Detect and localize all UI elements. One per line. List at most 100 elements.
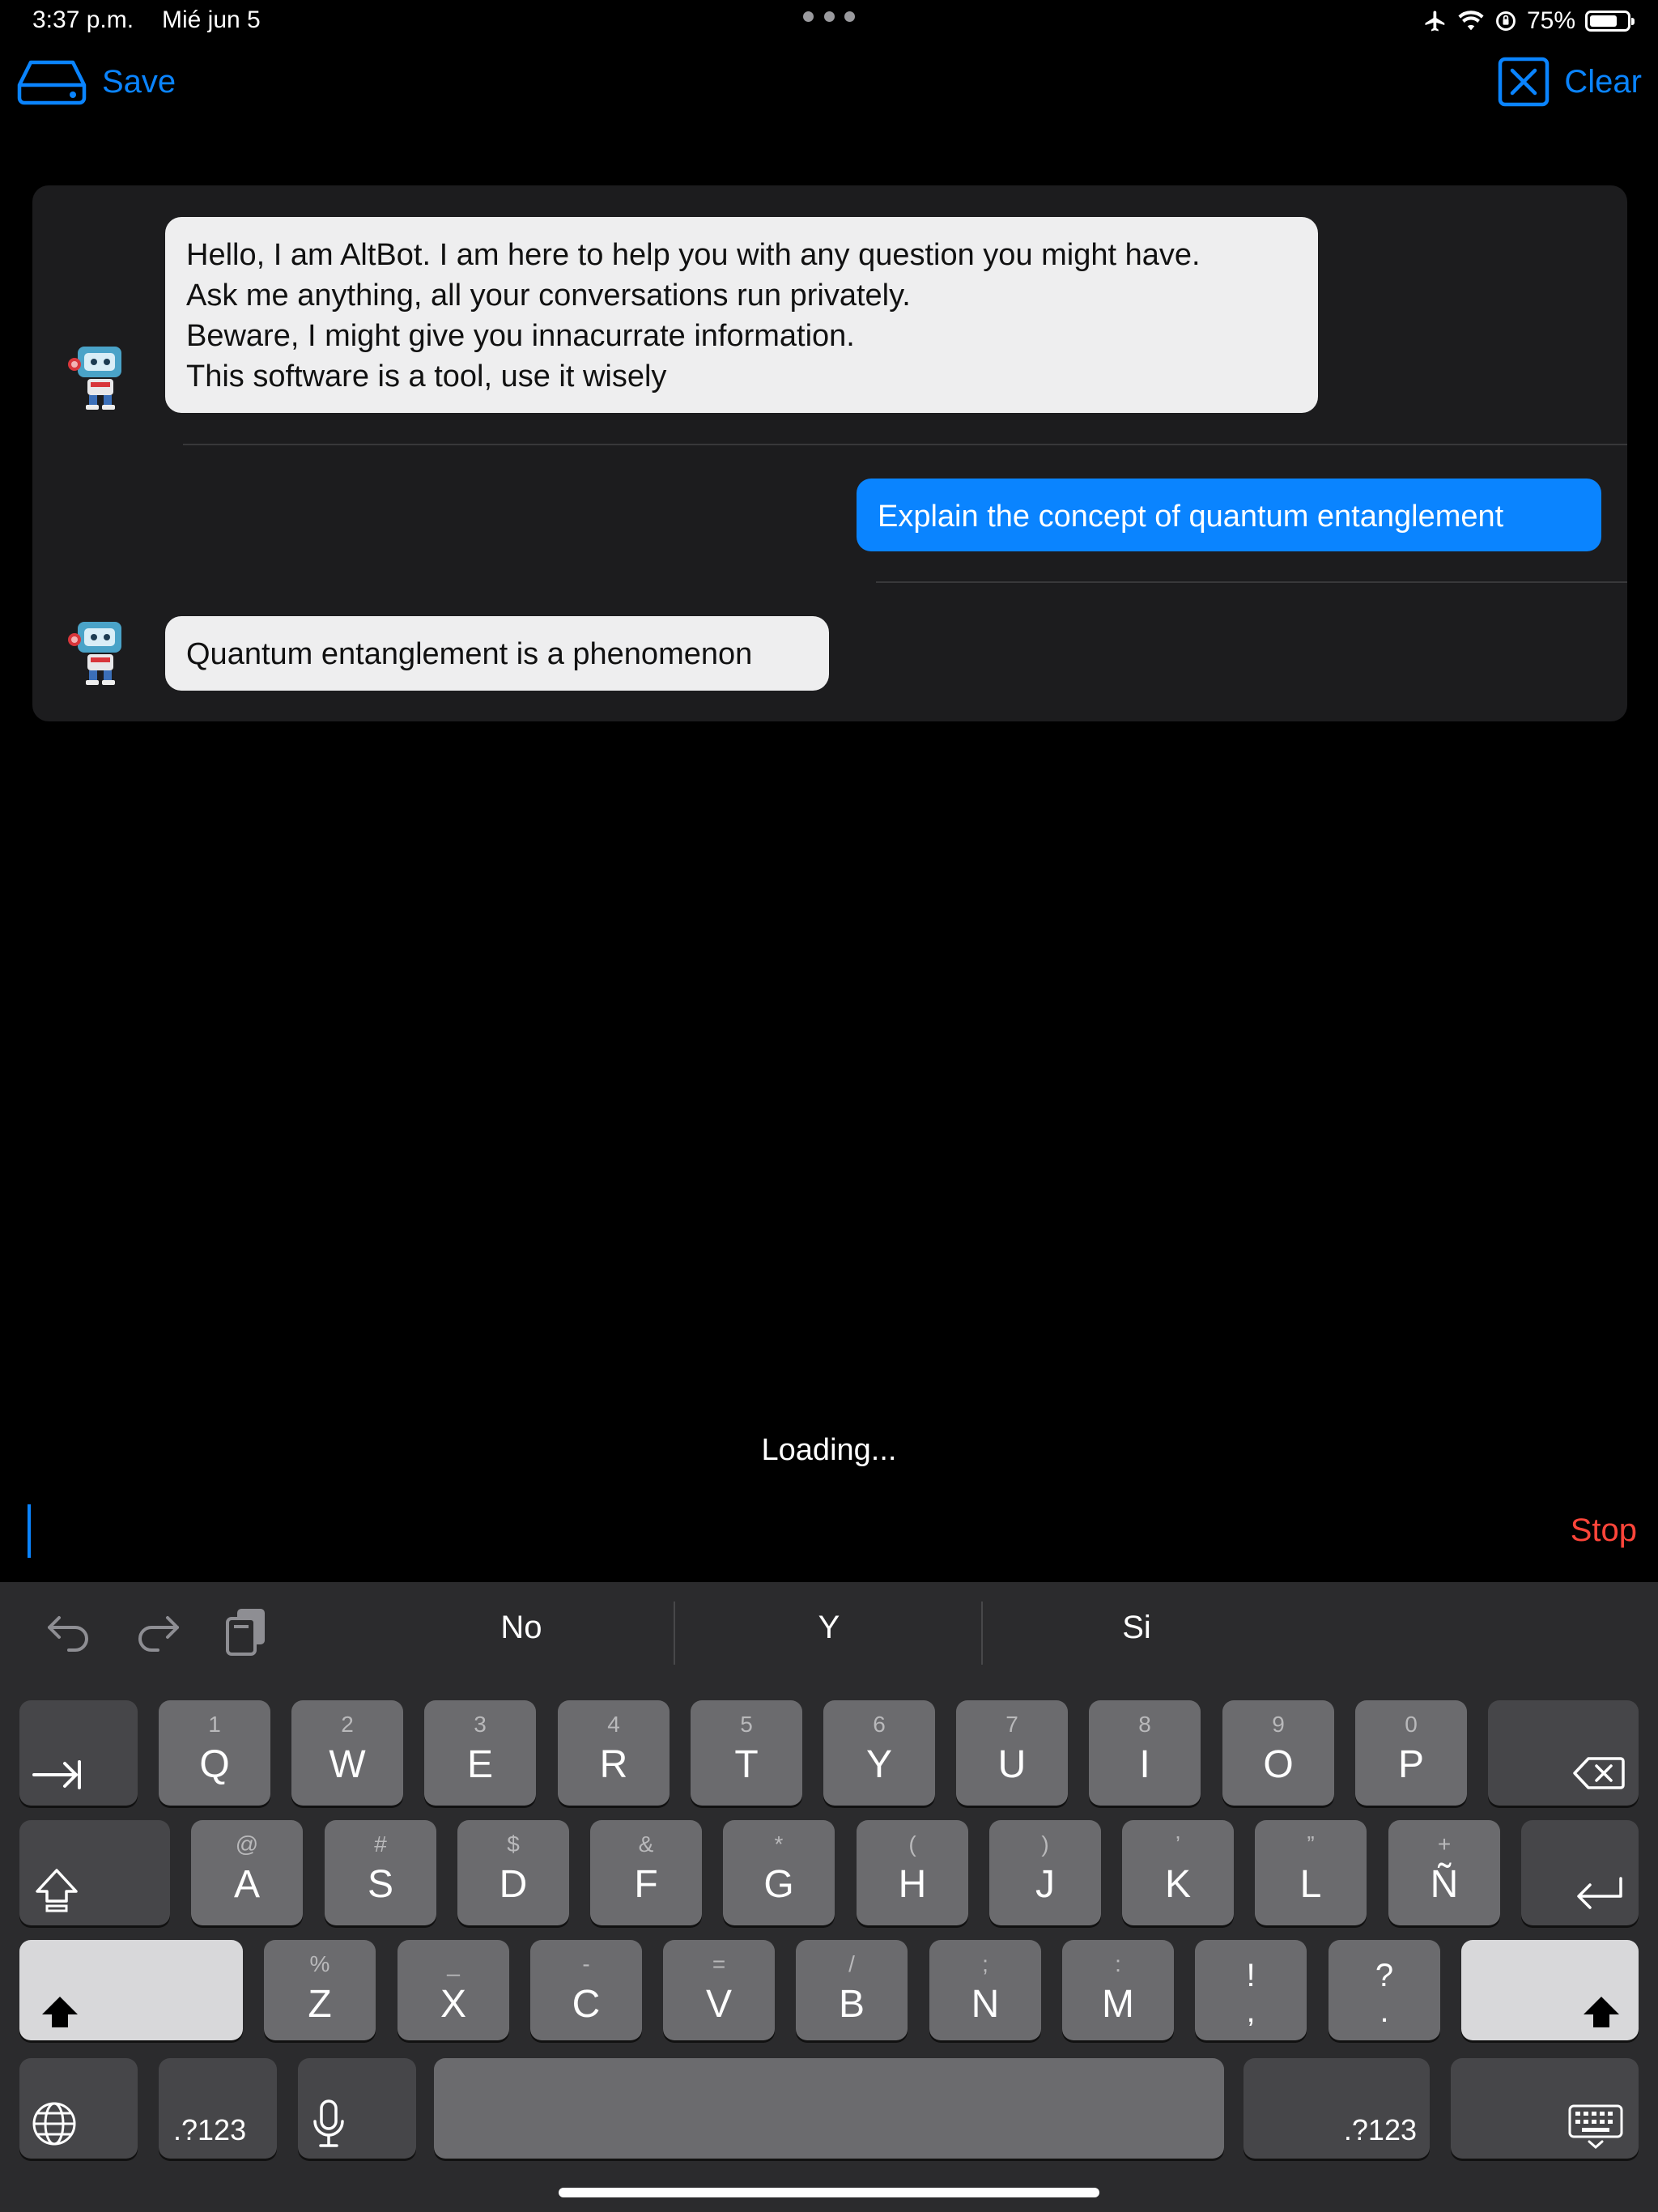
key-label: L <box>1299 1863 1322 1906</box>
key-label: V <box>705 1983 732 2026</box>
key-c[interactable]: -C <box>530 1940 642 2040</box>
redo-icon[interactable] <box>130 1603 186 1660</box>
bot-greeting-bubble: Hello, I am AltBot. I am here to help yo… <box>165 217 1318 413</box>
status-time: 3:37 p.m. <box>32 6 134 33</box>
home-indicator[interactable] <box>559 2188 1099 2197</box>
key-question-period[interactable]: ?. <box>1329 1940 1440 2040</box>
key-h[interactable]: (H <box>857 1820 968 1925</box>
key-w[interactable]: 2W <box>291 1700 403 1806</box>
key-r[interactable]: 4R <box>558 1700 670 1806</box>
key-alt-label: & <box>638 1831 654 1857</box>
keyboard-dismiss-icon <box>1568 2104 1623 2149</box>
key-i[interactable]: 8I <box>1089 1700 1201 1806</box>
key-alt-label: - <box>582 1951 590 1976</box>
bot-reply-bubble: Quantum entanglement is a phenomenon <box>165 616 829 691</box>
dictation-key[interactable] <box>298 2058 416 2159</box>
key-alt-label: ’ <box>1175 1831 1181 1857</box>
key-alt-label: 2 <box>341 1712 354 1737</box>
dismiss-keyboard-key[interactable] <box>1451 2058 1639 2159</box>
key-x[interactable]: _ X <box>397 1940 509 2040</box>
message-input[interactable] <box>28 1504 31 1558</box>
numbers-label: .?123 <box>173 2113 247 2146</box>
key-alt-label: 8 <box>1138 1712 1151 1737</box>
key-alt-label: 5 <box>740 1712 753 1737</box>
message-divider <box>183 444 1627 445</box>
tab-key[interactable] <box>19 1700 138 1806</box>
key-d[interactable]: $ D <box>457 1820 569 1925</box>
key-alt-label: _ <box>447 1951 460 1976</box>
key-s[interactable]: # S <box>325 1820 436 1925</box>
numbers-key-right[interactable]: .?123 <box>1244 2058 1430 2159</box>
key-y[interactable]: 6Y <box>823 1700 935 1806</box>
caps-lock-key[interactable] <box>19 1820 170 1925</box>
key-label: O <box>1263 1743 1294 1786</box>
key-alt-label: + <box>1437 1831 1452 1857</box>
clear-button[interactable]: Clear <box>1498 57 1642 107</box>
key-alt-label: : <box>1115 1951 1121 1976</box>
key-label: I <box>1139 1743 1150 1786</box>
key-g[interactable]: * G <box>723 1820 835 1925</box>
key-n-tilde[interactable]: + Ñ <box>1388 1820 1500 1925</box>
suggestion-1[interactable]: No <box>368 1610 675 1646</box>
key-o[interactable]: 9O <box>1222 1700 1334 1806</box>
key-alt-label: # <box>374 1831 387 1857</box>
return-key[interactable] <box>1521 1820 1639 1925</box>
key-alt-label: = <box>712 1951 726 1976</box>
microphone-icon <box>313 2099 344 2147</box>
stop-button[interactable]: Stop <box>1571 1512 1637 1549</box>
key-p[interactable]: 0P <box>1355 1700 1467 1806</box>
bot-avatar-icon <box>68 622 121 685</box>
loading-indicator: Loading... <box>761 1433 897 1467</box>
key-f[interactable]: & F <box>590 1820 702 1925</box>
shift-icon <box>1584 1997 1619 2027</box>
tab-icon <box>32 1760 81 1789</box>
key-alt-label: 3 <box>474 1712 487 1737</box>
save-button[interactable]: Save <box>16 57 176 107</box>
key-alt-label: ! <box>1246 1958 1256 1993</box>
undo-icon[interactable] <box>40 1603 97 1660</box>
key-alt-label: @ <box>235 1831 259 1857</box>
key-alt-label: 0 <box>1405 1712 1418 1737</box>
key-label: H <box>898 1863 927 1906</box>
suggestion-3[interactable]: Si <box>983 1610 1290 1646</box>
key-label: A <box>233 1863 260 1906</box>
key-label: B <box>838 1983 865 2026</box>
key-t[interactable]: 5T <box>691 1700 802 1806</box>
key-label: Q <box>199 1743 230 1786</box>
key-b[interactable]: / B <box>796 1940 908 2040</box>
key-exclamation-comma[interactable]: !, <box>1195 1940 1307 2040</box>
delete-key[interactable] <box>1488 1700 1639 1806</box>
battery-percent: 75% <box>1526 7 1575 34</box>
key-label: X <box>440 1983 466 2026</box>
key-q[interactable]: 1Q <box>159 1700 270 1806</box>
paste-icon[interactable] <box>219 1603 275 1660</box>
shift-right-key[interactable] <box>1461 1940 1639 2040</box>
key-k[interactable]: ’ K <box>1122 1820 1234 1925</box>
key-e[interactable]: 3E <box>424 1700 536 1806</box>
key-v[interactable]: = V <box>663 1940 775 2040</box>
key-label: S <box>367 1863 393 1906</box>
close-square-icon <box>1499 57 1550 107</box>
numbers-key-left[interactable]: .?123 <box>159 2058 277 2159</box>
key-alt-label: ? <box>1375 1958 1394 1993</box>
key-label: C <box>572 1983 601 2026</box>
key-l[interactable]: ” L <box>1255 1820 1367 1925</box>
globe-key[interactable] <box>19 2058 138 2159</box>
key-n[interactable]: ; N <box>929 1940 1041 2040</box>
key-j[interactable]: ) J <box>989 1820 1101 1925</box>
shift-left-key[interactable] <box>19 1940 243 2040</box>
airplane-icon <box>1425 11 1445 32</box>
save-label: Save <box>102 63 176 100</box>
key-u[interactable]: 7U <box>956 1700 1068 1806</box>
key-alt-label: 7 <box>1005 1712 1018 1737</box>
orientation-lock-icon <box>1495 11 1516 31</box>
shift-icon <box>42 1997 78 2027</box>
key-z[interactable]: % Z <box>264 1940 376 2040</box>
multitasking-dots-icon[interactable] <box>803 11 855 23</box>
key-label: . <box>1380 1993 1389 2029</box>
key-m[interactable]: :M <box>1062 1940 1174 2040</box>
return-icon <box>1577 1877 1622 1909</box>
suggestion-2[interactable]: Y <box>675 1610 983 1646</box>
key-a[interactable]: @ A <box>191 1820 303 1925</box>
space-key[interactable] <box>434 2058 1224 2159</box>
